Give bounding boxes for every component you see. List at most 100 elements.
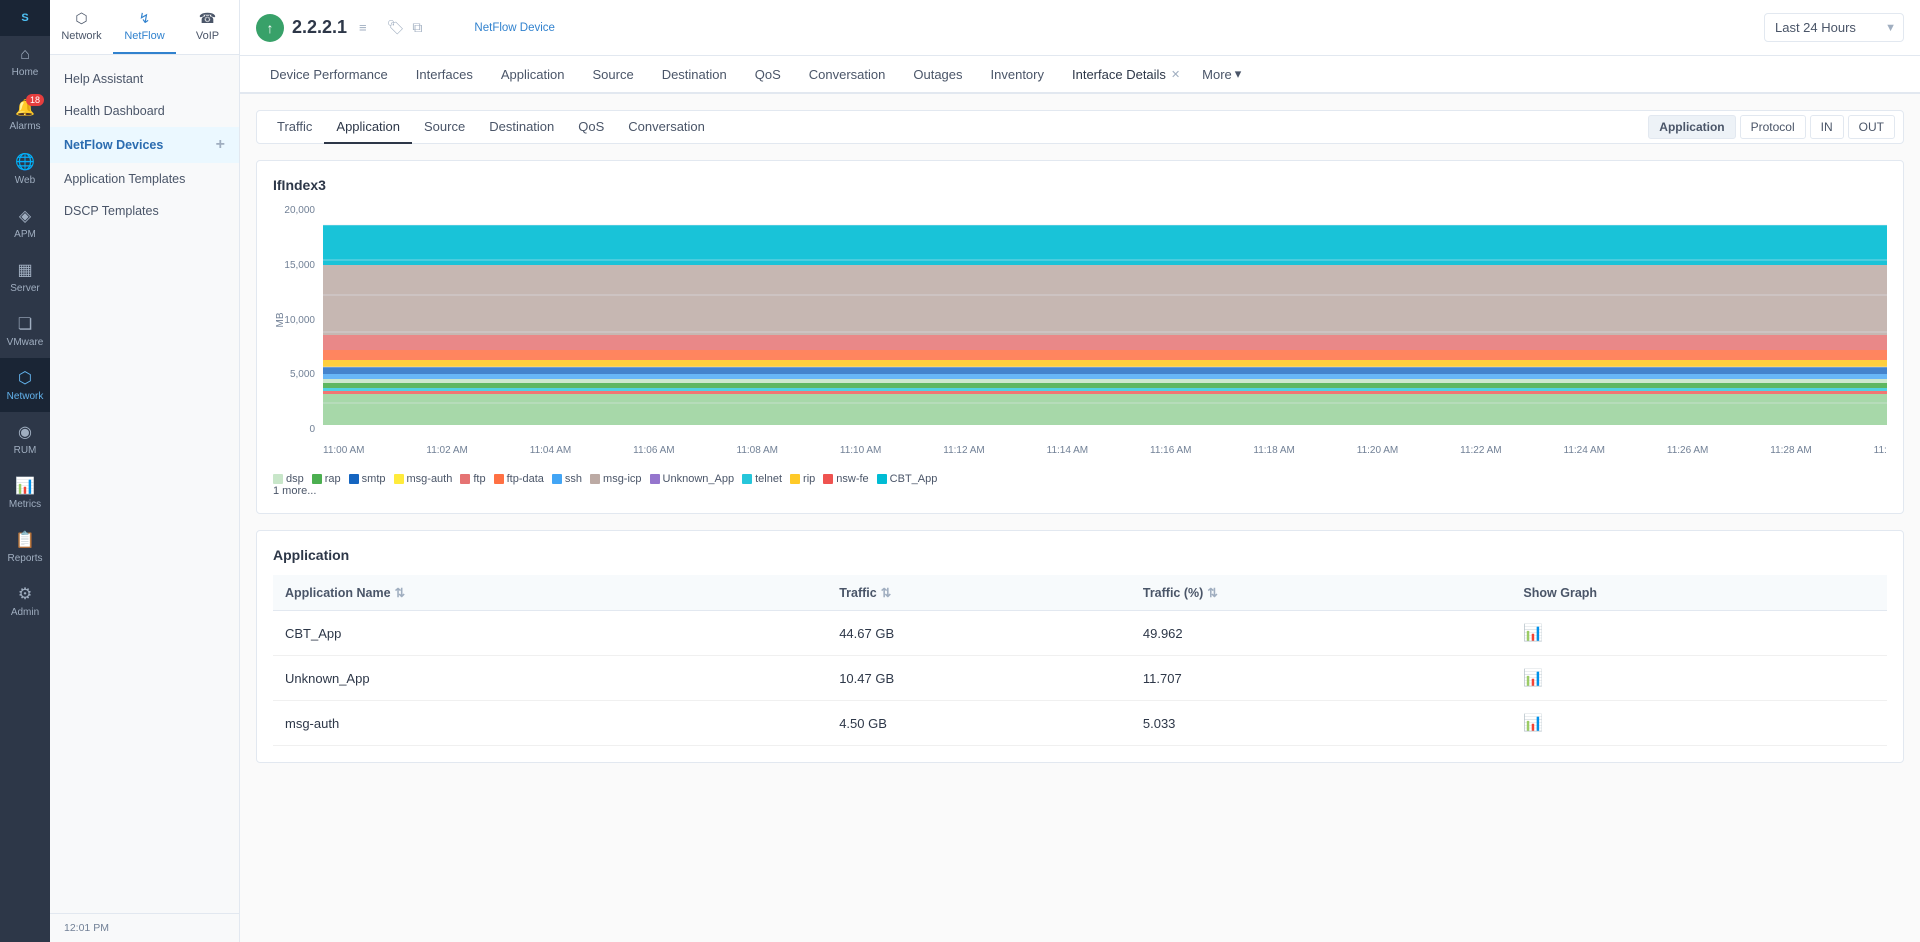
nav-tab-more-button[interactable]: More▾ <box>1194 56 1249 92</box>
filter-btn-application[interactable]: Application <box>1648 115 1735 139</box>
sidebar: ⬡Network↯NetFlow☎VoIP Help Assistant Heal… <box>50 0 240 942</box>
legend-more: 1 more... <box>273 485 1887 497</box>
sub-tabs: Traffic Application SourceDestinationQoS Co… <box>256 110 1904 144</box>
legend-label-dsp: dsp <box>286 473 304 485</box>
nav-item-rum[interactable]: ◉RUM <box>0 412 50 466</box>
sidebar-menu: Help Assistant Health DashboardNetFlow De… <box>50 55 239 235</box>
nav-tab-interface-details[interactable]: Interface Details ✕ <box>1058 57 1194 94</box>
content-area: Traffic Application SourceDestinationQoS Co… <box>240 94 1920 942</box>
col-header-app-name[interactable]: Application Name⇅ <box>273 575 827 611</box>
device-link[interactable]: NetFlow Device <box>474 22 555 34</box>
nav-item-admin[interactable]: ⚙Admin <box>0 574 50 628</box>
metrics-icon: 📊 <box>15 476 35 496</box>
col-header-traffic[interactable]: Traffic⇅ <box>827 575 1131 611</box>
nav-tab-source[interactable]: Source <box>578 57 647 94</box>
logo-text: S <box>21 12 28 24</box>
legend-color-telnet <box>742 474 752 484</box>
sidebar-time: 12:01 PM <box>50 913 239 942</box>
cell-traffic-2: 4.50 GB <box>827 701 1131 746</box>
col-header-traffic-pct[interactable]: Traffic (%)⇅ <box>1131 575 1512 611</box>
nav-tab-destination[interactable]: Destination <box>648 57 741 94</box>
vmware-icon: ❏ <box>18 314 32 334</box>
nav-tab-label-conversation: Conversation <box>809 67 886 82</box>
y-axis-label: 10,000 <box>284 315 315 326</box>
nav-item-reports[interactable]: 📋Reports <box>0 520 50 574</box>
sub-tab-destination[interactable]: Destination <box>477 111 566 144</box>
nav-item-web[interactable]: 🌐Web <box>0 142 50 196</box>
nav-item-server[interactable]: ▦Server <box>0 250 50 304</box>
legend-color-ssh <box>552 474 562 484</box>
nav-item-apm[interactable]: ◈APM <box>0 196 50 250</box>
web-icon: 🌐 <box>15 152 35 172</box>
nav-item-home[interactable]: ⌂Home <box>0 36 50 88</box>
sub-tab-traffic[interactable]: Traffic <box>265 111 324 144</box>
x-axis-label: 11:28 AM <box>1770 445 1812 456</box>
main-content: ↑ 2.2.2.1 ≡ 🏷 ⧉ NetFlow Device Last 24 H… <box>240 0 1920 942</box>
nav-tab-device-perf[interactable]: Device Performance <box>256 57 402 94</box>
table-header: Application Name⇅Traffic⇅Traffic (%)⇅ Sho… <box>273 575 1887 611</box>
y-axis-label: 20,000 <box>284 205 315 216</box>
filter-btn-in[interactable]: IN <box>1810 115 1844 139</box>
nav-label-admin: Admin <box>11 607 39 618</box>
legend-color-smtp <box>349 474 359 484</box>
sidebar-item-dscp[interactable]: DSCP Templates <box>50 195 239 227</box>
nav-tab-label-interfaces: Interfaces <box>416 67 473 82</box>
legend-label-rip: rip <box>803 473 815 485</box>
sidebar-item-health[interactable]: Health Dashboard <box>50 95 239 127</box>
legend-item-Unknown_App: Unknown_App <box>650 473 735 485</box>
nav-item-network[interactable]: ⬡Network <box>0 358 50 412</box>
sidebar-label-help: Help Assistant <box>64 72 143 86</box>
sidebar-tab-network[interactable]: ⬡Network <box>50 0 113 54</box>
chart-x-axis: 11:00 AM11:02 AM11:04 AM11:06 AM11:08 AM… <box>323 435 1887 465</box>
nav-item-metrics[interactable]: 📊Metrics <box>0 466 50 520</box>
nav-tab-conversation[interactable]: Conversation <box>795 57 900 94</box>
col-label-show-graph: Show Graph <box>1523 586 1597 600</box>
sidebar-tab-voip[interactable]: ☎VoIP <box>176 0 239 54</box>
legend-label-ftp: ftp <box>473 473 485 485</box>
x-axis-label: 11:06 AM <box>633 445 675 456</box>
nav-tab-label-interface-details: Interface Details <box>1072 67 1166 82</box>
show-graph-button-0[interactable]: 📊 <box>1523 625 1543 642</box>
filter-btn-protocol[interactable]: Protocol <box>1740 115 1806 139</box>
sub-tab-source[interactable]: Source <box>412 111 477 144</box>
sub-tab-conversation[interactable]: Conversation <box>616 111 717 144</box>
nav-item-vmware[interactable]: ❏VMware <box>0 304 50 358</box>
add-netflow-device-button[interactable]: + <box>216 136 225 154</box>
nav-tab-inventory[interactable]: Inventory <box>977 57 1058 94</box>
show-graph-button-1[interactable]: 📊 <box>1523 670 1543 687</box>
sidebar-item-app-templates[interactable]: Application Templates <box>50 163 239 195</box>
y-axis-label: 0 <box>309 424 315 435</box>
nav-tab-outages[interactable]: Outages <box>899 57 976 94</box>
nav-item-alarms[interactable]: 🔔Alarms18 <box>0 88 50 142</box>
device-menu-icon[interactable]: ≡ <box>359 20 367 35</box>
nav-label-home: Home <box>12 67 39 78</box>
x-axis-label: 11:22 AM <box>1460 445 1502 456</box>
logo-area: S <box>0 0 50 36</box>
tag-icon[interactable]: 🏷 <box>387 19 405 36</box>
sub-tab-qos[interactable]: QoS <box>566 111 616 144</box>
cell-traffic-pct-2: 5.033 <box>1131 701 1512 746</box>
filter-btn-out[interactable]: OUT <box>1848 115 1895 139</box>
legend-label-Unknown_App: Unknown_App <box>663 473 735 485</box>
cell-app-name-0: CBT_App <box>273 611 827 656</box>
close-tab-interface-details[interactable]: ✕ <box>1171 68 1180 81</box>
show-graph-button-2[interactable]: 📊 <box>1523 715 1543 732</box>
nav-tab-application[interactable]: Application <box>487 57 579 94</box>
table-row: Unknown_App10.47 GB11.707📊 <box>273 656 1887 701</box>
sub-tab-label-conversation: Conversation <box>628 119 705 134</box>
nav-tab-label-inventory: Inventory <box>991 67 1044 82</box>
sidebar-item-help[interactable]: Help Assistant <box>50 63 239 95</box>
nav-tab-interfaces[interactable]: Interfaces <box>402 57 487 94</box>
sidebar-item-netflow-devices[interactable]: NetFlow Devices+ <box>50 127 239 163</box>
sidebar-tab-netflow[interactable]: ↯NetFlow <box>113 0 176 54</box>
nav-tab-qos[interactable]: QoS <box>741 57 795 94</box>
sub-tab-label-application: Application <box>336 119 400 134</box>
x-axis-label: 11: <box>1874 445 1887 456</box>
table-title: Application <box>273 547 1887 563</box>
sub-tab-application[interactable]: Application <box>324 111 412 144</box>
clone-icon[interactable]: ⧉ <box>412 19 422 36</box>
time-range-select[interactable]: Last 24 HoursLast 12 HoursLast 6 HoursLa… <box>1764 13 1904 42</box>
legend-item-msg-icp: msg-icp <box>590 473 642 485</box>
icon-nav: S ⌂Home🔔Alarms18🌐Web◈APM▦Server❏VMware⬡N… <box>0 0 50 942</box>
filter-buttons: ApplicationProtocolINOUT <box>1648 111 1895 143</box>
